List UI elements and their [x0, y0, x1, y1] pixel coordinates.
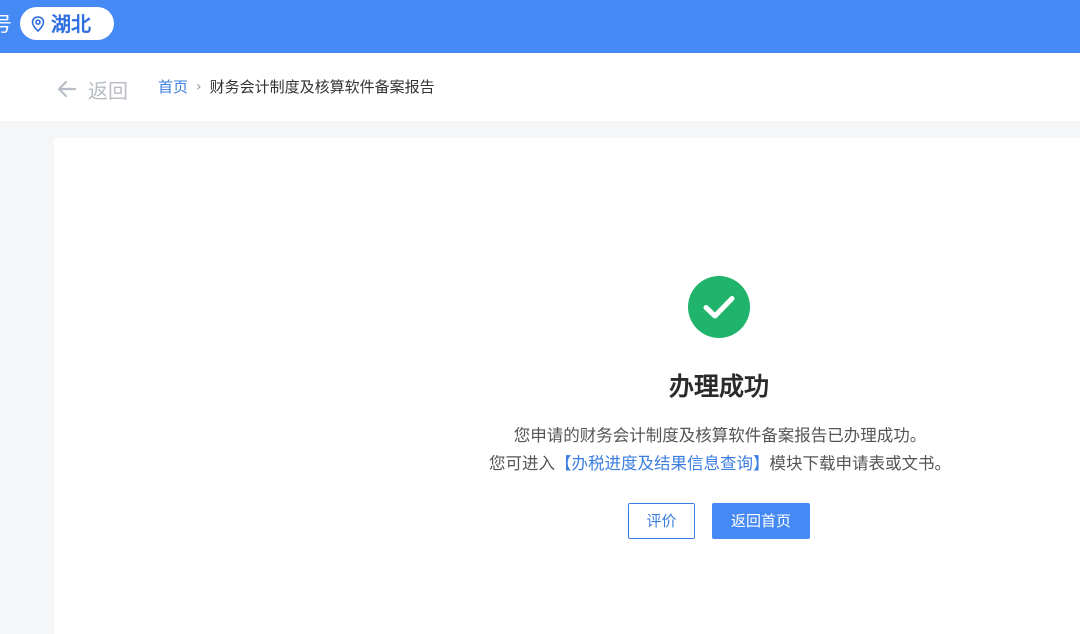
breadcrumb: 首页 › 财务会计制度及核算软件备案报告 — [158, 77, 435, 97]
message-prefix: 您可进入 — [489, 454, 555, 473]
arrow-left-icon — [57, 80, 77, 98]
breadcrumb-separator: › — [196, 79, 202, 95]
progress-query-link[interactable]: 【办税进度及结果信息查询】 — [555, 454, 770, 473]
header-partial-text: 号 — [0, 12, 12, 36]
region-selector[interactable]: 湖北 — [20, 7, 114, 40]
message-suffix: 模块下载申请表或文书。 — [769, 454, 952, 473]
back-button[interactable]: 返回 — [57, 75, 128, 103]
back-label: 返回 — [88, 78, 128, 103]
result-message-line1: 您申请的财务会计制度及核算软件备案报告已办理成功。 — [513, 426, 927, 445]
result-title: 办理成功 — [668, 372, 769, 401]
return-home-button[interactable]: 返回首页 — [712, 503, 810, 539]
top-header-bar: 号 湖北 — [0, 0, 1080, 53]
result-message-line2: 您可进入【办税进度及结果信息查询】模块下载申请表或文书。 — [420, 452, 1020, 476]
check-circle-icon — [688, 276, 750, 338]
region-label: 湖北 — [51, 12, 91, 36]
location-pin-icon — [31, 16, 45, 32]
breadcrumb-current-page: 财务会计制度及核算软件备案报告 — [209, 78, 435, 96]
breadcrumb-bar: 返回 首页 › 财务会计制度及核算软件备案报告 — [0, 53, 1080, 121]
rate-button[interactable]: 评价 — [628, 503, 695, 539]
breadcrumb-home-link[interactable]: 首页 — [158, 77, 188, 97]
